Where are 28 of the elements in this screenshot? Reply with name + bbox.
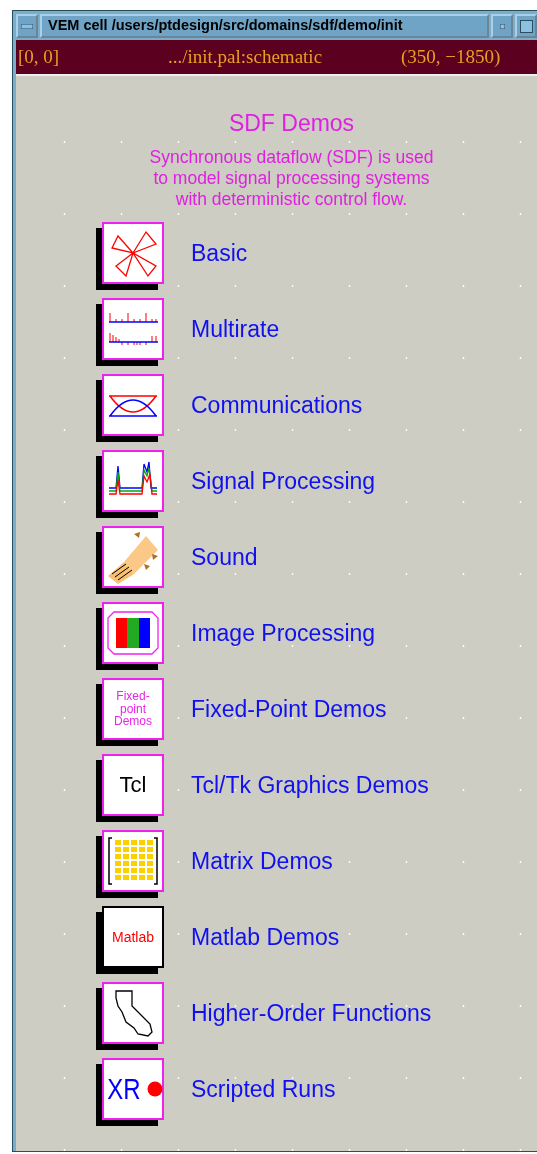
dot-icon: [146, 1081, 163, 1097]
icon-text: Tcl: [119, 773, 147, 797]
demo-label[interactable]: Matrix Demos: [191, 847, 333, 875]
minus-icon: [21, 23, 33, 29]
icon-text: Fixed- point Demos: [114, 690, 152, 728]
demo-label[interactable]: Scripted Runs: [191, 1075, 336, 1103]
icon-text: Matlab: [112, 929, 154, 945]
square-icon: [519, 19, 533, 33]
cell-path: .../init.pal:schematic: [168, 46, 324, 68]
demo-label[interactable]: Communications: [191, 391, 363, 419]
maximize-button[interactable]: [515, 14, 537, 38]
palette-description: Synchronous dataflow (SDF) is used to model signal processing systems with deterministic control flow.: [149, 147, 434, 210]
demo-label[interactable]: Image Processing: [191, 619, 376, 647]
window-title: VEM cell /users/ptdesign/src/domains/sdf/demo/init: [40, 14, 489, 38]
demo-label[interactable]: Matlab Demos: [191, 923, 340, 951]
speaker-icon: [106, 530, 160, 584]
palette-heading: SDF Demos: [228, 110, 355, 137]
demo-label[interactable]: Fixed-Point Demos: [191, 695, 387, 723]
demo-label[interactable]: Higher-Order Functions: [191, 999, 432, 1027]
demo-label[interactable]: Tcl/Tk Graphics Demos: [191, 771, 429, 799]
demo-label[interactable]: Multirate: [191, 315, 280, 343]
demo-label[interactable]: Signal Processing: [191, 467, 376, 495]
demo-label[interactable]: Basic: [191, 239, 248, 267]
cell-index: [0, 0]: [18, 46, 61, 68]
icon-text: XR: [107, 1073, 141, 1105]
demo-label[interactable]: Sound: [191, 543, 258, 571]
cursor-coordinates: (350, −1850): [401, 46, 501, 68]
matrix-icon: [106, 834, 160, 888]
